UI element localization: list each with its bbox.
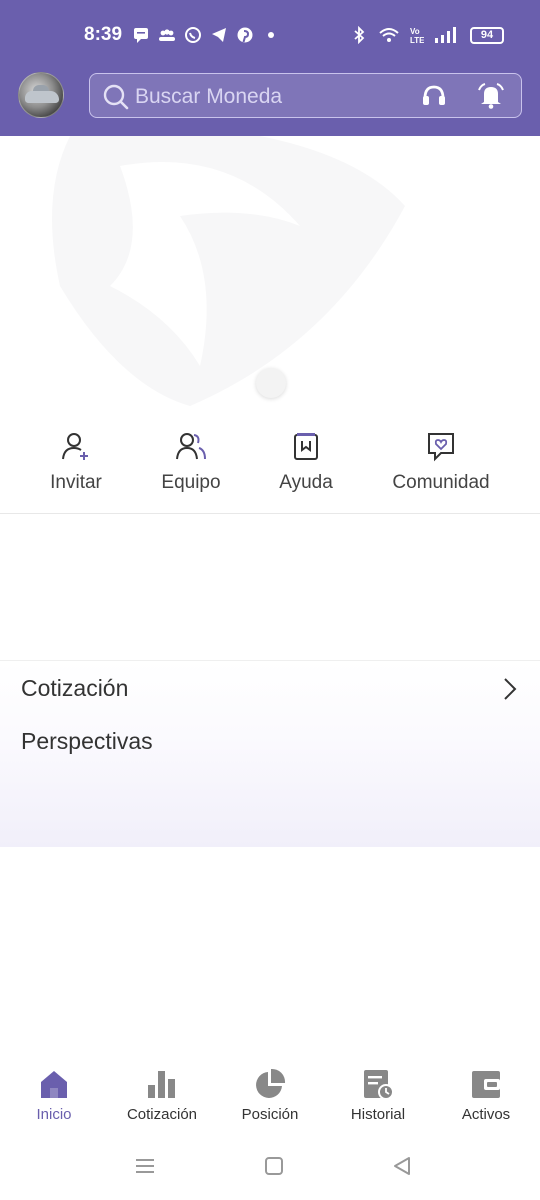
pie-chart-icon bbox=[256, 1068, 286, 1098]
home-icon bbox=[41, 1071, 67, 1098]
nav-home-label: Inicio bbox=[36, 1106, 72, 1123]
market-sections: Cotización Perspectivas bbox=[0, 661, 540, 847]
action-community[interactable]: Comunidad bbox=[390, 430, 492, 494]
carousel-indicator[interactable] bbox=[256, 368, 286, 398]
search-placeholder: Buscar Moneda bbox=[135, 85, 283, 108]
status-bar: 8:39 Vo LTE 94 bbox=[0, 18, 540, 54]
bluetooth-icon bbox=[354, 26, 365, 44]
nav-item-position[interactable]: Posición bbox=[216, 1062, 324, 1123]
wallet-icon bbox=[472, 1071, 500, 1098]
divider bbox=[0, 513, 540, 514]
nav-item-quotes[interactable]: Cotización bbox=[108, 1062, 216, 1123]
invite-user-icon bbox=[62, 433, 88, 460]
quick-actions: Invitar Equipo Ayuda Comunidad bbox=[0, 430, 540, 510]
bar-chart-icon bbox=[148, 1071, 175, 1098]
action-help[interactable]: Ayuda bbox=[270, 430, 342, 494]
nav-item-history[interactable]: Historial bbox=[324, 1062, 432, 1123]
home-square-icon[interactable] bbox=[264, 1156, 284, 1176]
status-time: 8:39 bbox=[84, 24, 123, 45]
nav-history-label: Historial bbox=[350, 1106, 406, 1123]
volte-icon: VoLTE bbox=[410, 27, 424, 44]
wifi-icon bbox=[379, 28, 399, 42]
svg-text:Vo: Vo bbox=[410, 27, 420, 36]
history-icon bbox=[364, 1070, 394, 1100]
menu-icon[interactable] bbox=[135, 1156, 155, 1176]
whatsapp-icon bbox=[185, 27, 201, 43]
message-icon bbox=[134, 28, 148, 43]
nav-position-label: Posición bbox=[241, 1106, 299, 1123]
dot-icon bbox=[268, 32, 274, 38]
quotes-section-title[interactable]: Cotización bbox=[21, 675, 128, 702]
community-chat-icon bbox=[428, 433, 454, 462]
action-community-label: Comunidad bbox=[392, 472, 490, 493]
nav-item-home[interactable]: Inicio bbox=[0, 1062, 108, 1123]
outlook-section-title[interactable]: Perspectivas bbox=[21, 728, 153, 755]
nav-assets-label: Activos bbox=[461, 1106, 511, 1123]
bottom-navigation: Inicio Cotización Posición Historial Act… bbox=[0, 1062, 540, 1132]
back-triangle-icon[interactable] bbox=[392, 1156, 412, 1176]
profile-avatar[interactable] bbox=[18, 72, 64, 118]
svg-text:LTE: LTE bbox=[410, 36, 424, 44]
telegram-icon bbox=[212, 28, 226, 42]
search-input[interactable]: Buscar Moneda bbox=[89, 73, 522, 118]
team-icon bbox=[176, 433, 206, 460]
headset-icon[interactable] bbox=[420, 82, 448, 110]
group-icon bbox=[159, 29, 175, 41]
action-help-label: Ayuda bbox=[279, 472, 333, 493]
app-header: 8:39 Vo LTE 94 Buscar Moneda bbox=[0, 0, 540, 136]
nav-item-assets[interactable]: Activos bbox=[432, 1062, 540, 1123]
action-invite[interactable]: Invitar bbox=[40, 430, 112, 494]
chevron-right-icon[interactable] bbox=[502, 677, 518, 701]
help-book-icon bbox=[294, 433, 318, 460]
alarm-bell-icon[interactable] bbox=[476, 82, 506, 110]
search-icon bbox=[103, 84, 129, 110]
action-invite-label: Invitar bbox=[50, 472, 102, 493]
battery-icon: 94 bbox=[470, 27, 504, 44]
action-team[interactable]: Equipo bbox=[155, 430, 227, 494]
system-navigation-bar bbox=[0, 1140, 540, 1200]
signal-icon bbox=[435, 27, 456, 43]
nav-quotes-label: Cotización bbox=[126, 1106, 198, 1123]
action-team-label: Equipo bbox=[161, 472, 221, 493]
pinterest-icon bbox=[237, 27, 253, 43]
